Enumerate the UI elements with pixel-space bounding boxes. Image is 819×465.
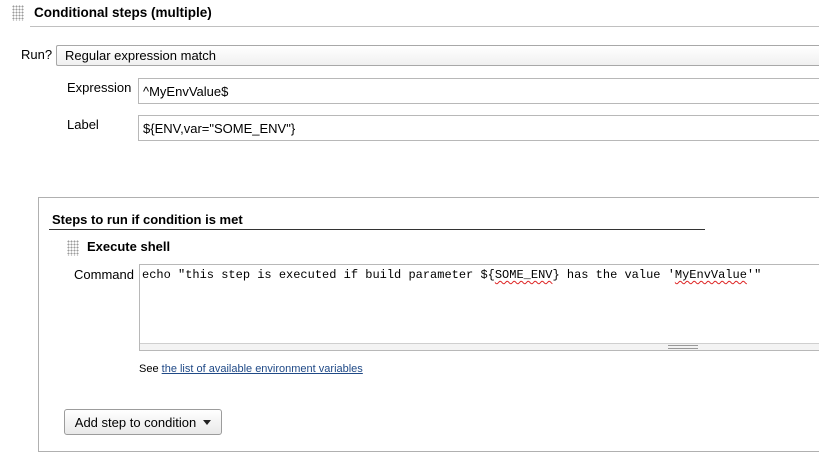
command-text: echo "this step is executed if build par… (142, 268, 762, 282)
drag-handle-icon[interactable] (67, 240, 79, 256)
command-textarea[interactable]: echo "this step is executed if build par… (139, 264, 819, 351)
label-label: Label (67, 117, 99, 132)
resize-grip-icon (668, 345, 698, 349)
run-condition-value: Regular expression match (65, 48, 217, 63)
steps-section-divider (49, 229, 705, 230)
run-label: Run? (21, 47, 53, 62)
spellcheck-word: SOME_ENV (494, 268, 553, 282)
spellcheck-word: MyEnvValue (674, 268, 747, 282)
add-step-label: Add step to condition (74, 414, 197, 430)
add-step-button[interactable]: Add step to condition (64, 409, 222, 435)
expression-label: Expression (67, 80, 132, 95)
expression-input[interactable] (138, 78, 819, 104)
textarea-resize-handle[interactable] (140, 343, 819, 350)
label-input[interactable] (138, 115, 819, 141)
drag-handle-icon[interactable] (12, 5, 24, 21)
caret-down-icon (203, 419, 212, 425)
run-condition-select[interactable]: Regular expression match (56, 45, 819, 66)
steps-section-title: Steps to run if condition is met (52, 212, 243, 227)
execute-shell-title: Execute shell (87, 239, 171, 254)
builder-header: Conditional steps (multiple) (0, 0, 819, 28)
conditional-steps-page: Conditional steps (multiple) Run? Regula… (0, 0, 819, 465)
condition-steps-panel: Steps to run if condition is met Execute… (38, 197, 819, 452)
builder-title: Conditional steps (multiple) (34, 5, 212, 20)
command-label: Command (74, 267, 134, 282)
header-divider (30, 26, 819, 27)
env-vars-link[interactable]: the list of available environment variab… (162, 363, 363, 375)
env-vars-hint: See the list of available environment va… (139, 363, 363, 375)
